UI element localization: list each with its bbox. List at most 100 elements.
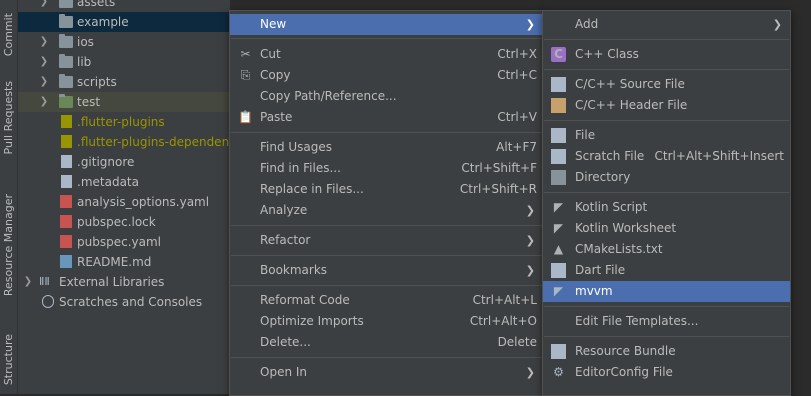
submenu-item-file[interactable]: File (543, 125, 790, 146)
submenu-arrow-icon: ❯ (525, 366, 535, 379)
menu-separator (231, 38, 542, 39)
tool-tab-commit[interactable]: Commit (0, 0, 17, 70)
expand-arrow-icon[interactable]: ❯ (38, 72, 50, 92)
tree-item-ios[interactable]: ❯ ios (18, 32, 230, 52)
tool-tab-pull-requests-label: Pull Requests (2, 81, 15, 155)
tree-item-label: .flutter-plugins (77, 115, 165, 129)
tool-tab-structure-label: Structure (2, 334, 15, 386)
menu-item-label: Copy Path/Reference... (260, 89, 397, 103)
menu-separator (231, 225, 542, 226)
tool-tab-resource-manager-label: Resource Manager (2, 193, 15, 297)
menu-item-label: C/C++ Header File (575, 98, 688, 112)
tree-item-metadata[interactable]: .metadata (18, 172, 230, 192)
menu-item-shortcut: Ctrl+Alt+O (469, 314, 537, 328)
menu-item-find-in-files[interactable]: Find in Files... Ctrl+Shift+F (230, 158, 543, 179)
paste-icon: 📋 (238, 110, 253, 124)
submenu-item-dart-file[interactable]: Dart File (543, 260, 790, 281)
expand-arrow-icon[interactable]: ❯ (38, 32, 50, 52)
scratches-icon (42, 295, 54, 308)
folder-icon (59, 0, 73, 8)
menu-item-label: Add (575, 17, 599, 31)
tool-tab-pull-requests[interactable]: Pull Requests (0, 81, 17, 155)
menu-item-shortcut: Ctrl+Alt+Shift+Insert (654, 149, 784, 163)
libraries-icon: ⅡⅡ (39, 275, 50, 288)
menu-item-copy-path[interactable]: Copy Path/Reference... (230, 86, 543, 107)
tree-item-scripts[interactable]: ❯ scripts (18, 72, 230, 92)
directory-icon (551, 170, 566, 185)
menu-item-analyze[interactable]: Analyze ❯ (230, 200, 543, 221)
tree-item-assets[interactable]: ❯ assets (18, 0, 230, 12)
submenu-item-cmakelists[interactable]: ▲ CMakeLists.txt (543, 239, 790, 260)
menu-item-label: Find in Files... (260, 161, 341, 175)
submenu-arrow-icon: ❯ (525, 204, 535, 217)
menu-item-label: Refactor (260, 233, 311, 247)
submenu-item-directory[interactable]: Directory (543, 167, 790, 188)
tool-tab-structure[interactable]: Structure (0, 326, 17, 394)
expand-arrow-icon[interactable]: ❯ (38, 52, 50, 72)
submenu-item-kotlin-worksheet[interactable]: ◤ Kotlin Worksheet (543, 218, 790, 239)
submenu-item-mvvm[interactable]: ◤ mvvm (543, 281, 790, 302)
menu-item-bookmarks[interactable]: Bookmarks ❯ (230, 260, 543, 281)
submenu-item-edit-file-templates[interactable]: Edit File Templates... (543, 311, 790, 332)
tree-item-label: pubspec.lock (77, 215, 156, 229)
submenu-item-editorconfig[interactable]: ⚙ EditorConfig File (543, 362, 790, 383)
tree-item-readme[interactable]: README.md (18, 252, 230, 272)
tree-item-label: scripts (77, 75, 117, 89)
expand-arrow-icon[interactable]: ❯ (38, 92, 50, 112)
menu-item-shortcut: Alt+F7 (496, 140, 537, 154)
submenu-item-cpp-header[interactable]: C/C++ Header File (543, 95, 790, 116)
menu-item-optimize-imports[interactable]: Optimize Imports Ctrl+Alt+O (230, 311, 543, 332)
menu-item-replace-in-files[interactable]: Replace in Files... Ctrl+Shift+R (230, 179, 543, 200)
menu-item-shortcut: Ctrl+Alt+L (472, 293, 537, 307)
menu-item-new[interactable]: New ❯ (230, 14, 543, 35)
menu-item-label: Resource Bundle (575, 344, 676, 358)
tree-item-gitignore[interactable]: .gitignore (18, 152, 230, 172)
tree-item-pubspec-lock[interactable]: pubspec.lock (18, 212, 230, 232)
menu-item-shortcut: Ctrl+C (497, 68, 537, 82)
menu-item-reformat-code[interactable]: Reformat Code Ctrl+Alt+L (230, 290, 543, 311)
menu-item-label: Copy (260, 68, 291, 82)
expand-arrow-icon[interactable]: ❯ (22, 272, 34, 292)
new-submenu: Add ❯ C C++ Class C/C++ Source File C/C+… (542, 10, 791, 396)
menu-item-label: C++ Class (575, 47, 639, 61)
tree-item-test[interactable]: ❯ test (18, 92, 230, 112)
menu-item-find-usages[interactable]: Find Usages Alt+F7 (230, 137, 543, 158)
submenu-item-cpp-source[interactable]: C/C++ Source File (543, 74, 790, 95)
menu-item-cut[interactable]: ✂ Cut Ctrl+X (230, 44, 543, 65)
menu-item-delete[interactable]: Delete... Delete (230, 332, 543, 353)
tree-item-label: example (77, 15, 129, 29)
project-tree: ❯ assets example ❯ ios ❯ lib ❯ scripts ❯… (18, 0, 230, 394)
submenu-item-scratch-file[interactable]: Scratch File Ctrl+Alt+Shift+Insert (543, 146, 790, 167)
submenu-item-cpp-class[interactable]: C C++ Class (543, 44, 790, 65)
submenu-item-resource-bundle[interactable]: Resource Bundle (543, 341, 790, 362)
markdown-file-icon (60, 255, 72, 268)
submenu-item-add[interactable]: Add ❯ (543, 14, 790, 35)
tree-item-scratches[interactable]: Scratches and Consoles (18, 292, 230, 312)
menu-item-copy[interactable]: ⎘ Copy Ctrl+C (230, 65, 543, 86)
expand-arrow-icon[interactable]: ❯ (38, 0, 50, 12)
tree-item-label: .gitignore (77, 155, 135, 169)
menu-item-paste[interactable]: 📋 Paste Ctrl+V (230, 107, 543, 128)
tree-item-label: assets (77, 0, 116, 9)
menu-item-label: EditorConfig File (575, 365, 673, 379)
tree-item-flutter-plugins-dependencies[interactable]: .flutter-plugins-dependencies (18, 132, 230, 152)
menu-separator (231, 357, 542, 358)
menu-item-label: Paste (260, 110, 293, 124)
tree-item-label: Scratches and Consoles (59, 295, 203, 309)
tool-tab-resource-manager[interactable]: Resource Manager (0, 180, 17, 310)
tree-item-label: External Libraries (59, 275, 165, 289)
menu-separator (231, 285, 542, 286)
tree-item-pubspec-yaml[interactable]: pubspec.yaml (18, 232, 230, 252)
tree-item-label: pubspec.yaml (77, 235, 161, 249)
tool-window-strip: Commit Pull Requests Resource Manager St… (0, 0, 18, 394)
submenu-item-kotlin-script[interactable]: ◤ Kotlin Script (543, 197, 790, 218)
menu-item-open-in[interactable]: Open In ❯ (230, 362, 543, 383)
tree-item-external-libraries[interactable]: ❯ ⅡⅡ External Libraries (18, 272, 230, 292)
tree-item-analysis-options[interactable]: analysis_options.yaml (18, 192, 230, 212)
menu-item-label: Replace in Files... (260, 182, 364, 196)
tree-item-lib[interactable]: ❯ lib (18, 52, 230, 72)
tree-item-example[interactable]: example (18, 12, 230, 32)
tool-tab-commit-label: Commit (2, 13, 15, 57)
menu-item-refactor[interactable]: Refactor ❯ (230, 230, 543, 251)
tree-item-flutter-plugins[interactable]: .flutter-plugins (18, 112, 230, 132)
